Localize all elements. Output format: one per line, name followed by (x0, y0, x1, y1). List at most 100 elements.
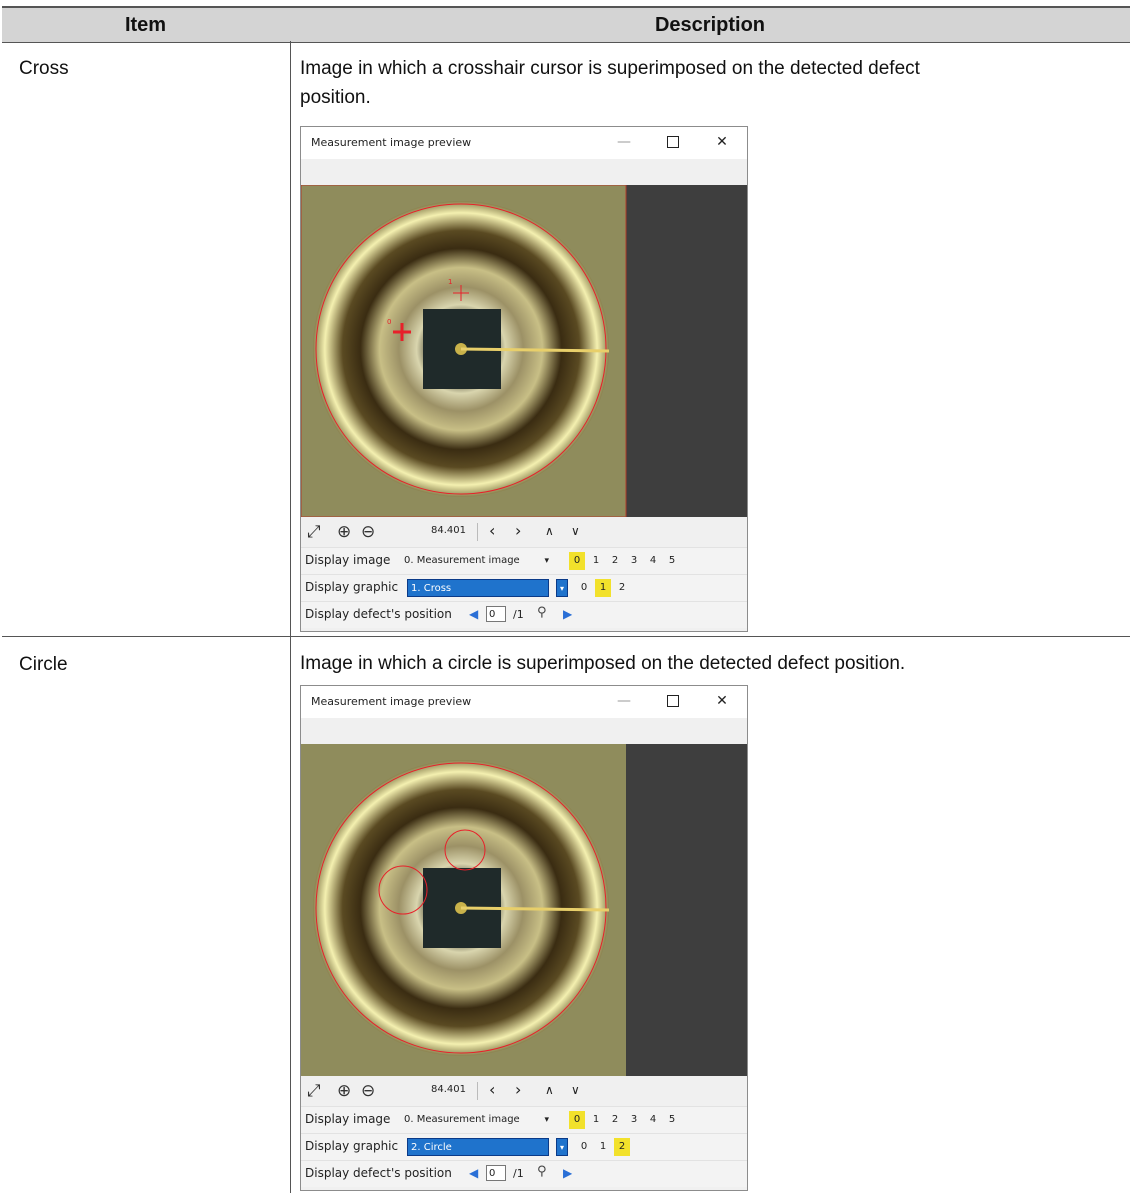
defect-position-row: Display defect's position ◀ 0 /1 ⚲ ▶ (301, 1160, 747, 1187)
display-graphic-select[interactable]: 2. Circle (407, 1138, 549, 1156)
window-titlebar: Measurement image preview — ✕ (301, 127, 747, 159)
window-title: Measurement image preview (311, 136, 472, 149)
zoom-toolbar: ⤢ ⊕ ⊖ 84.401 ‹ › ∧ ∨ (301, 1076, 747, 1106)
display-image-select[interactable]: 0. Measurement image ▾ (401, 552, 551, 570)
window-toolbar-strip (301, 159, 747, 185)
window-toolbar-strip (301, 718, 747, 744)
window-title: Measurement image preview (311, 695, 472, 708)
zoom-in-icon[interactable]: ⊕ (337, 1081, 351, 1101)
close-icon[interactable]: ✕ (709, 690, 735, 712)
display-graphic-row: Display graphic 1. Cross ▾ 0 1 2 (301, 574, 747, 601)
image-option-0[interactable]: 0 (569, 552, 585, 570)
next-icon[interactable]: › (515, 521, 521, 540)
table-header: Item Description (2, 6, 1130, 43)
prev-icon[interactable]: ‹ (489, 1080, 495, 1099)
item-cross: Cross (19, 58, 69, 79)
marker-label-1: 1 (448, 278, 452, 286)
chevron-down-icon[interactable]: ▾ (556, 579, 568, 597)
graphic-option-0[interactable]: 0 (576, 1138, 592, 1156)
maximize-icon[interactable] (660, 131, 686, 153)
up-icon[interactable]: ∧ (545, 1083, 554, 1097)
up-icon[interactable]: ∧ (545, 524, 554, 538)
prev-defect-icon[interactable]: ◀ (469, 1166, 478, 1180)
display-image-value: 0. Measurement image (404, 555, 520, 566)
prev-defect-icon[interactable]: ◀ (469, 607, 478, 621)
header-description: Description (654, 14, 766, 36)
image-option-4[interactable]: 4 (645, 1111, 661, 1129)
defect-position-input[interactable]: 0 (486, 606, 506, 622)
image-option-5[interactable]: 5 (664, 552, 680, 570)
chevron-down-icon: ▾ (544, 1115, 549, 1125)
table-row-cross: Cross Image in which a crosshair cursor … (2, 42, 1130, 634)
display-image-row: Display image 0. Measurement image ▾ 0 1 … (301, 547, 747, 574)
search-icon[interactable]: ⚲ (537, 1164, 547, 1179)
minimize-icon[interactable]: — (611, 131, 637, 153)
graphic-option-2[interactable]: 2 (614, 579, 630, 597)
description-circle: Image in which a circle is superimposed … (300, 649, 1120, 678)
image-option-4[interactable]: 4 (645, 552, 661, 570)
defect-position-label: Display defect's position (305, 607, 452, 621)
zoom-in-icon[interactable]: ⊕ (337, 522, 351, 542)
image-option-0[interactable]: 0 (569, 1111, 585, 1129)
display-image-value: 0. Measurement image (404, 1114, 520, 1125)
graphic-option-0[interactable]: 0 (576, 579, 592, 597)
zoom-out-icon[interactable]: ⊖ (361, 1081, 375, 1101)
defect-position-input[interactable]: 0 (486, 1165, 506, 1181)
chevron-down-icon[interactable]: ▾ (556, 1138, 568, 1156)
defect-position-total: /1 (513, 608, 524, 621)
table-row-circle: Circle Image in which a circle is superi… (2, 637, 1130, 1195)
down-icon[interactable]: ∨ (571, 1083, 580, 1097)
display-image-row: Display image 0. Measurement image ▾ 0 1 … (301, 1106, 747, 1133)
display-image-label: Display image (305, 553, 391, 567)
description-cross-line2: position. (300, 87, 371, 108)
description-cross-line1: Image in which a crosshair cursor is sup… (300, 58, 920, 79)
image-option-3[interactable]: 3 (626, 1111, 642, 1129)
image-option-2[interactable]: 2 (607, 1111, 623, 1129)
header-item: Item (124, 14, 167, 36)
defect-position-row: Display defect's position ◀ 0 /1 ⚲ ▶ (301, 601, 747, 628)
next-defect-icon[interactable]: ▶ (563, 607, 572, 621)
description-cross: Image in which a crosshair cursor is sup… (300, 54, 1120, 112)
measurement-image (301, 744, 626, 1076)
chevron-down-icon: ▾ (544, 556, 549, 566)
zoom-out-icon[interactable]: ⊖ (361, 522, 375, 542)
minimize-icon[interactable]: — (611, 690, 637, 712)
image-option-3[interactable]: 3 (626, 552, 642, 570)
zoom-value: 84.401 (431, 1084, 466, 1095)
display-image-select[interactable]: 0. Measurement image ▾ (401, 1111, 551, 1129)
display-graphic-select[interactable]: 1. Cross (407, 579, 549, 597)
image-option-5[interactable]: 5 (664, 1111, 680, 1129)
next-icon[interactable]: › (515, 1080, 521, 1099)
preview-window-circle: Measurement image preview — ✕ ⤢ ⊕ ⊖ 84.4… (300, 685, 748, 1191)
measurement-image-area[interactable]: 1 0 (301, 185, 747, 517)
preview-window-cross: Measurement image preview — ✕ 1 0 ⤢ ⊕ ⊖ … (300, 126, 748, 632)
zoom-toolbar: ⤢ ⊕ ⊖ 84.401 ‹ › ∧ ∨ (301, 517, 747, 547)
image-option-1[interactable]: 1 (588, 1111, 604, 1129)
display-graphic-label: Display graphic (305, 1139, 399, 1153)
image-option-2[interactable]: 2 (607, 552, 623, 570)
item-circle: Circle (19, 654, 68, 675)
window-titlebar: Measurement image preview — ✕ (301, 686, 747, 718)
marker-label-0: 0 (387, 318, 391, 326)
display-graphic-label: Display graphic (305, 580, 399, 594)
display-image-label: Display image (305, 1112, 391, 1126)
zoom-value: 84.401 (431, 525, 466, 536)
display-graphic-row: Display graphic 2. Circle ▾ 0 1 2 (301, 1133, 747, 1160)
fit-screen-icon[interactable]: ⤢ (307, 1081, 321, 1101)
defect-position-label: Display defect's position (305, 1166, 452, 1180)
down-icon[interactable]: ∨ (571, 524, 580, 538)
fit-screen-icon[interactable]: ⤢ (307, 522, 321, 542)
graphic-option-1[interactable]: 1 (595, 1138, 611, 1156)
search-icon[interactable]: ⚲ (537, 605, 547, 620)
image-option-1[interactable]: 1 (588, 552, 604, 570)
graphic-option-2[interactable]: 2 (614, 1138, 630, 1156)
description-circle-line1: Image in which a circle is superimposed … (300, 653, 906, 674)
maximize-icon[interactable] (660, 690, 686, 712)
prev-icon[interactable]: ‹ (489, 521, 495, 540)
graphic-option-1[interactable]: 1 (595, 579, 611, 597)
measurement-image-area[interactable] (301, 744, 747, 1076)
close-icon[interactable]: ✕ (709, 131, 735, 153)
next-defect-icon[interactable]: ▶ (563, 1166, 572, 1180)
measurement-image: 1 0 (301, 185, 627, 517)
defect-position-total: /1 (513, 1167, 524, 1180)
